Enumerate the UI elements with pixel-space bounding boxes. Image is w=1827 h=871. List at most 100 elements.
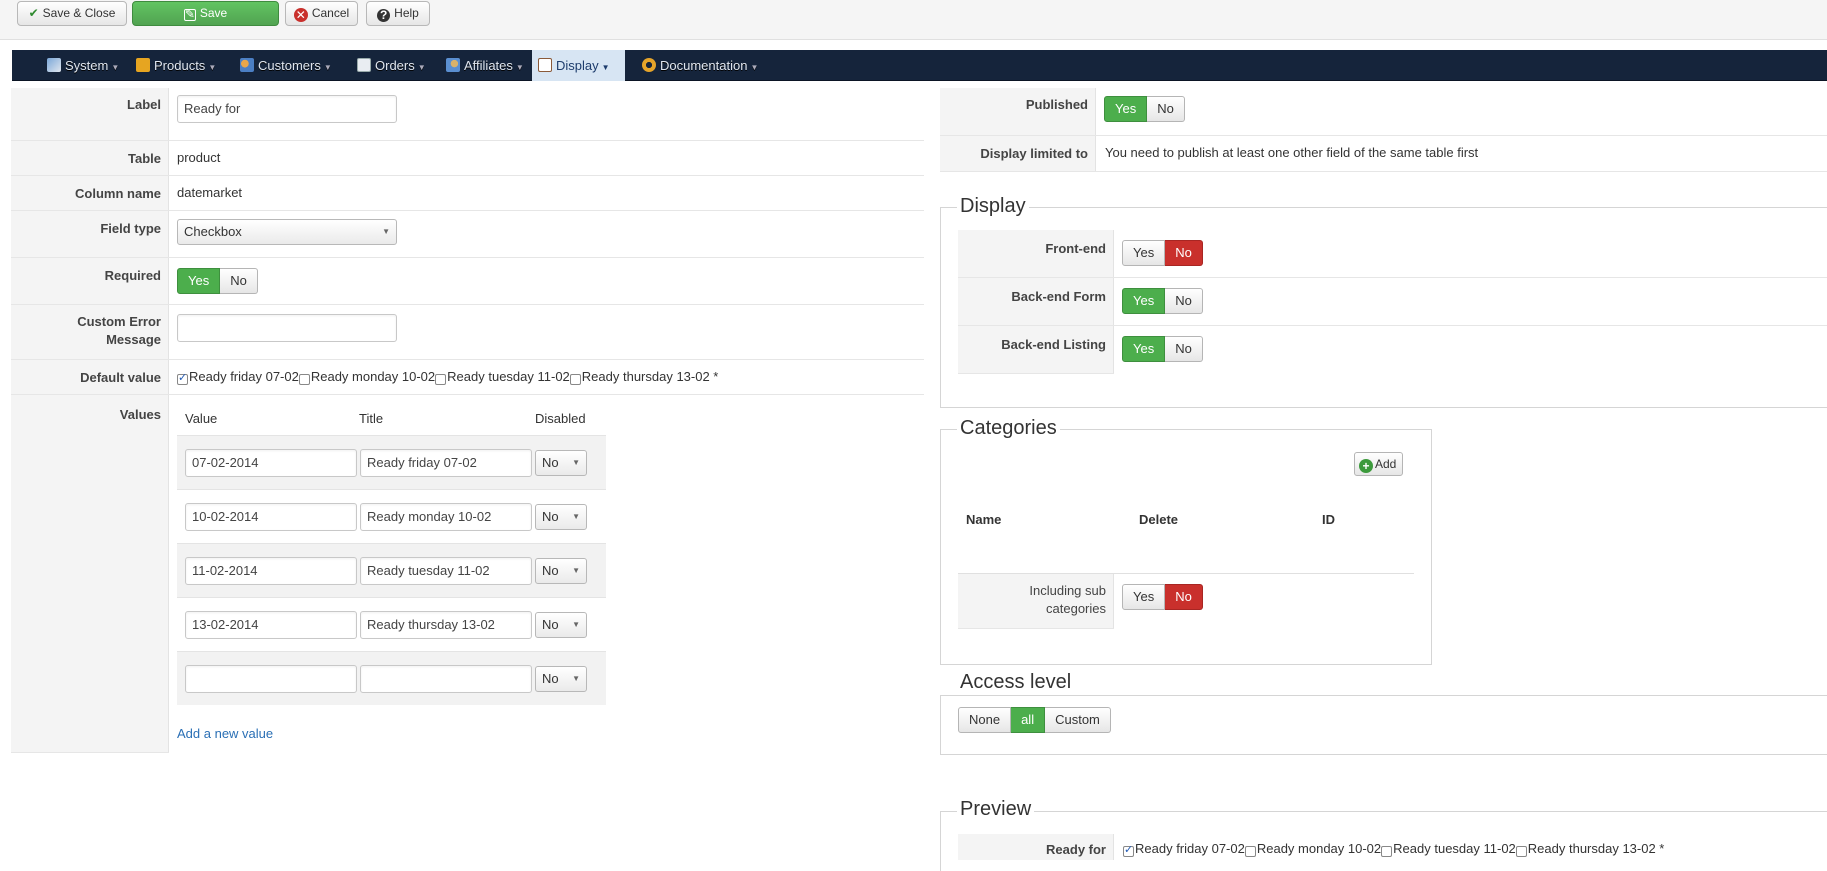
disabled-select[interactable]: No ▼ [535, 504, 587, 530]
value-input[interactable]: 11-02-2014 [185, 557, 357, 585]
row-backend-form: Back-end Form Yes No [958, 278, 1827, 326]
row-backend-listing: Back-end Listing Yes No [958, 326, 1203, 374]
disabled-select[interactable]: No ▼ [535, 450, 587, 476]
backend-form-no-button[interactable]: No [1165, 288, 1203, 314]
disabled-select[interactable]: No ▼ [535, 612, 587, 638]
default-checkbox-4[interactable] [569, 374, 581, 385]
field-form: Label Ready for Table product Column nam… [11, 88, 924, 753]
backend-listing-toggle: Yes No [1122, 336, 1203, 362]
field-type-select[interactable]: Checkbox ▼ [177, 219, 397, 245]
backend-form-toggle: Yes No [1122, 288, 1203, 314]
required-label: Required [104, 268, 161, 283]
label-input[interactable]: Ready for [177, 95, 397, 123]
values-row: No ▼ [177, 651, 606, 705]
default-checkbox-1[interactable] [177, 371, 188, 385]
nav-system[interactable]: System ▼ [41, 50, 125, 81]
caret-down-icon: ▼ [111, 63, 120, 72]
including-sub-no-button[interactable]: No [1165, 584, 1203, 610]
dropdown-arrow-icon: ▼ [572, 512, 580, 521]
display-limited-label: Display limited to [980, 146, 1088, 161]
categories-header-id: ID [1322, 512, 1335, 527]
access-none-button[interactable]: None [958, 707, 1012, 733]
backend-form-yes-button[interactable]: Yes [1122, 288, 1166, 314]
categories-legend: Categories [957, 416, 1060, 440]
values-row: 10-02-2014 Ready monday 10-02 No ▼ [177, 489, 606, 543]
disabled-select[interactable]: No ▼ [535, 666, 587, 692]
save-button[interactable]: ✎ Save [132, 1, 279, 26]
cancel-button[interactable]: ✕ Cancel [285, 1, 358, 26]
preview-checkbox-3[interactable] [1381, 846, 1393, 857]
preview-checkbox-1[interactable] [1123, 843, 1134, 857]
disabled-select[interactable]: No ▼ [535, 558, 587, 584]
value-input[interactable]: 13-02-2014 [185, 611, 357, 639]
nav-display[interactable]: Display ▼ [532, 50, 625, 81]
required-toggle: Yes No [177, 268, 258, 294]
values-label: Values [119, 407, 161, 422]
preview-field-label: Ready for [1046, 842, 1106, 857]
published-yes-button[interactable]: Yes [1104, 96, 1148, 122]
value-input[interactable] [185, 665, 357, 693]
required-no-button[interactable]: No [220, 268, 258, 294]
frontend-yes-button[interactable]: Yes [1122, 240, 1166, 266]
preview-checkbox-4[interactable] [1515, 846, 1527, 857]
field-type-label: Field type [100, 221, 161, 236]
including-sub-toggle: Yes No [1122, 584, 1203, 610]
display-legend: Display [957, 194, 1029, 218]
title-input[interactable] [360, 665, 532, 693]
row-custom-error: Custom Error Message [11, 305, 924, 360]
display-limited-value: You need to publish at least one other f… [1105, 145, 1479, 160]
add-icon: + [1359, 459, 1373, 473]
access-level-toggle: None all Custom [958, 707, 1111, 733]
row-including-sub: Including sub categories Yes No [958, 574, 1203, 629]
title-input[interactable]: Ready monday 10-02 [360, 503, 532, 531]
value-input[interactable]: 07-02-2014 [185, 449, 357, 477]
default-value-label: Default value [80, 370, 161, 385]
required-yes-button[interactable]: Yes [177, 268, 221, 294]
customers-icon [240, 58, 254, 72]
custom-error-input[interactable] [177, 314, 397, 342]
title-input[interactable]: Ready tuesday 11-02 [360, 557, 532, 585]
values-header-value: Value [185, 411, 218, 426]
check-icon: ✔ [28, 6, 39, 20]
add-new-value-link[interactable]: Add a new value [177, 726, 273, 741]
save-close-button[interactable]: ✔ Save & Close [17, 1, 127, 26]
nav-products[interactable]: Products ▼ [130, 50, 222, 81]
add-category-button[interactable]: + Add [1354, 452, 1404, 476]
frontend-no-button[interactable]: No [1165, 240, 1203, 266]
row-column: Column name datemarket [11, 176, 924, 211]
caret-down-icon: ▼ [601, 63, 610, 72]
help-button[interactable]: ? Help [366, 1, 430, 26]
products-icon [136, 58, 150, 72]
nav-documentation[interactable]: Documentation ▼ [636, 50, 764, 81]
documentation-icon [642, 58, 656, 72]
title-input[interactable]: Ready thursday 13-02 [360, 611, 532, 639]
value-input[interactable]: 10-02-2014 [185, 503, 357, 531]
help-icon: ? [377, 9, 391, 22]
label-column-bottom [11, 752, 169, 753]
dropdown-arrow-icon: ▼ [382, 227, 390, 236]
values-table: Value Title Disabled 07-02-2014 Ready fr… [177, 405, 606, 705]
main-navbar: System ▼ Products ▼ Customers ▼ Orders ▼ Aff… [12, 50, 1827, 81]
including-sub-yes-button[interactable]: Yes [1122, 584, 1166, 610]
column-label: Column name [75, 186, 161, 201]
preview-checkbox-2[interactable] [1244, 846, 1256, 857]
published-no-button[interactable]: No [1147, 96, 1185, 122]
backend-listing-yes-button[interactable]: Yes [1122, 336, 1166, 362]
orders-icon [357, 58, 371, 72]
display-icon [538, 58, 552, 72]
row-table: Table product [11, 141, 924, 176]
row-field-type: Field type Checkbox ▼ [11, 211, 924, 258]
default-checkbox-3[interactable] [435, 374, 447, 385]
nav-customers[interactable]: Customers ▼ [234, 50, 338, 81]
nav-orders[interactable]: Orders ▼ [351, 50, 432, 81]
tools-icon [47, 58, 61, 72]
default-checkbox-2[interactable] [298, 374, 310, 385]
access-all-button[interactable]: all [1011, 707, 1046, 733]
dropdown-arrow-icon: ▼ [572, 674, 580, 683]
backend-listing-no-button[interactable]: No [1165, 336, 1203, 362]
row-published: Published Yes No [940, 88, 1827, 136]
nav-affiliates[interactable]: Affiliates ▼ [440, 50, 530, 81]
toolbar: ✔ Save & Close ✎ Save ✕ Cancel ? Help [0, 0, 1827, 40]
access-custom-button[interactable]: Custom [1045, 707, 1111, 733]
title-input[interactable]: Ready friday 07-02 [360, 449, 532, 477]
